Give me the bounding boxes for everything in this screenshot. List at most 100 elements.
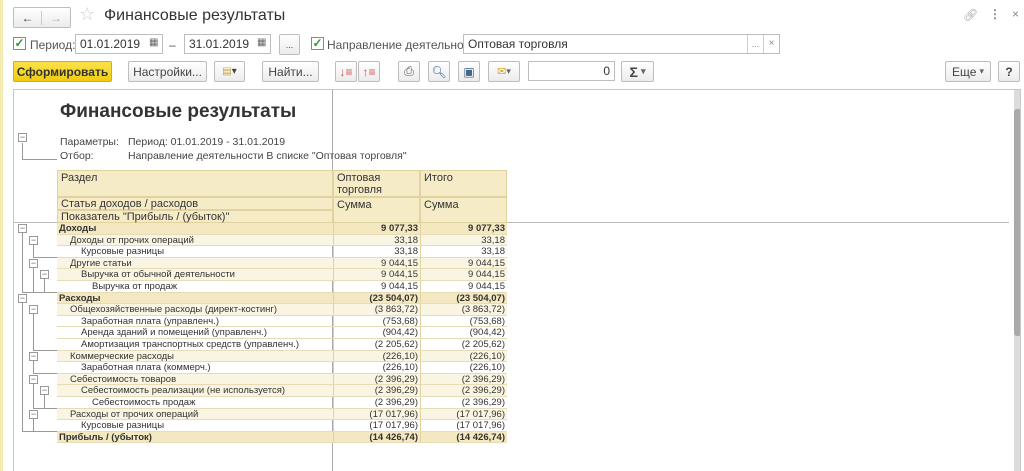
table-row[interactable]: Доходы 9 077,33 9 077,33	[57, 223, 507, 235]
period-checkbox[interactable]: ✓	[13, 37, 26, 50]
filter-value: Направление деятельности В списке "Оптов…	[128, 150, 407, 162]
expand-all-icon[interactable]: ↓≡	[335, 61, 357, 82]
row-value-total: (2 205,62)	[420, 339, 507, 350]
tree-connector	[33, 244, 57, 259]
table-row[interactable]: Доходы от прочих операций 33,18 33,18	[57, 234, 507, 247]
table-row[interactable]: Амортизация транспортных средств (управл…	[57, 339, 507, 351]
table-row[interactable]: Себестоимость товаров (2 396,29) (2 396,29…	[57, 373, 507, 386]
arrow-left-icon[interactable]: ←	[14, 10, 43, 25]
collapse-all-icon[interactable]: ↑≡	[358, 61, 380, 82]
more-vertical-icon[interactable]: ⋮	[989, 7, 1001, 21]
calendar-icon[interactable]: ▦	[257, 37, 266, 48]
collapse-icon[interactable]: −	[18, 293, 27, 303]
row-name: Расходы	[59, 292, 101, 304]
nav-buttons: ← →	[13, 7, 71, 28]
window-title: Финансовые результаты	[104, 7, 286, 24]
tree-connector	[33, 314, 57, 351]
row-value-wholesale: (14 426,74)	[333, 431, 420, 443]
row-name: Общехозяйственные расходы (директ-костин…	[70, 304, 278, 315]
table-row[interactable]: Выручка от обычной деятельности 9 044,15 9…	[57, 269, 507, 281]
collapse-icon[interactable]: −	[29, 374, 38, 384]
header-col-wholesale: Оптовая торговля	[333, 170, 420, 197]
table-row[interactable]: Расходы от прочих операций (17 017,96) (17…	[57, 408, 507, 421]
direction-input[interactable]: Оптовая торговля	[463, 34, 780, 54]
scrollbar-thumb[interactable]	[1014, 109, 1020, 336]
link-icon[interactable]: 🔗︎	[963, 8, 978, 22]
email-dropdown[interactable]: ✉ ▾	[488, 61, 520, 82]
date-from-value: 01.01.2019	[80, 37, 141, 51]
help-button[interactable]: ?	[998, 61, 1020, 82]
table-row[interactable]: Заработная плата (коммерч.) (226,10) (226,…	[57, 362, 507, 374]
table-row[interactable]: Другие статьи 9 044,15 9 044,15	[57, 257, 507, 270]
row-name: Амортизация транспортных средств (управл…	[81, 339, 300, 350]
collapse-icon[interactable]: −	[18, 133, 27, 142]
direction-select-button[interactable]: ...	[747, 35, 763, 53]
collapse-icon[interactable]: −	[29, 305, 38, 315]
row-value-total: (904,42)	[420, 327, 507, 338]
vertical-scrollbar[interactable]	[1014, 90, 1020, 471]
row-value-total: (226,10)	[420, 362, 507, 373]
row-value-total: 9 044,15	[420, 257, 507, 269]
row-value-wholesale: (753,68)	[333, 315, 420, 327]
table-row[interactable]: Общехозяйственные расходы (директ-костин…	[57, 304, 507, 316]
row-name: Себестоимость продаж	[92, 397, 196, 408]
variants-dropdown[interactable]: ▤ ▾	[214, 61, 245, 82]
clear-icon[interactable]: ×	[763, 35, 779, 53]
row-value-wholesale: (226,10)	[333, 362, 420, 373]
period-select-button[interactable]: ...	[279, 34, 300, 55]
row-value-wholesale: (2 205,62)	[333, 339, 420, 350]
table-row[interactable]: Выручка от продаж 9 044,15 9 044,15	[57, 281, 507, 293]
calendar-icon[interactable]: ▦	[149, 37, 158, 48]
table-row[interactable]: Курсовые разницы (17 017,96) (17 017,96)	[57, 420, 507, 432]
collapse-icon[interactable]: −	[18, 224, 27, 233]
table-row[interactable]: Прибыль / (убыток) (14 426,74) (14 426,74)	[57, 431, 507, 444]
date-to-value: 31.01.2019	[189, 37, 250, 51]
arrow-right-icon[interactable]: →	[42, 11, 70, 25]
row-value-total: 9 044,15	[420, 281, 507, 292]
collapse-icon[interactable]: −	[29, 235, 38, 245]
row-name: Выручка от продаж	[92, 281, 178, 292]
star-icon[interactable]: ☆	[79, 4, 95, 25]
header-indicator: Показатель "Прибыль / (убыток)"	[57, 210, 333, 223]
report-title: Финансовые результаты	[60, 101, 297, 122]
row-value-total: (17 017,96)	[420, 408, 507, 420]
save-icon[interactable]: ▣	[458, 61, 480, 82]
row-name: Себестоимость товаров	[70, 373, 177, 385]
collapse-icon[interactable]: −	[40, 386, 49, 396]
collapse-icon[interactable]: −	[29, 351, 38, 361]
table-row[interactable]: Курсовые разницы 33,18 33,18	[57, 246, 507, 258]
report-area[interactable]: − Финансовые результаты Параметры: Перио…	[13, 89, 1021, 471]
table-row[interactable]: Расходы (23 504,07) (23 504,07)	[57, 292, 507, 305]
table-row[interactable]: Аренда зданий и помещений (управленч.) (9…	[57, 327, 507, 339]
table-row[interactable]: Заработная плата (управленч.) (753,68) (75…	[57, 315, 507, 328]
table-row[interactable]: Себестоимость реализации (не используетс…	[57, 385, 507, 397]
find-button[interactable]: Найти...	[262, 61, 319, 82]
collapse-icon[interactable]: −	[29, 409, 38, 419]
sum-field[interactable]: 0	[528, 61, 615, 81]
sum-mode-dropdown[interactable]: Σ ▾	[621, 61, 654, 82]
close-icon[interactable]: ×	[1012, 7, 1019, 21]
window: ← → ☆ Финансовые результаты 🔗︎ ⋮ × ✓ Пер…	[0, 0, 1024, 471]
generate-button[interactable]: Сформировать	[13, 61, 112, 82]
row-value-total: 33,18	[420, 234, 507, 246]
table-row[interactable]: Себестоимость продаж (2 396,29) (2 396,29)	[57, 397, 507, 409]
settings-button[interactable]: Настройки...	[128, 61, 207, 82]
table-row[interactable]: Коммерческие расходы (226,10) (226,10)	[57, 350, 507, 363]
row-value-wholesale: 33,18	[333, 234, 420, 246]
direction-label: Направление деятельности:	[327, 38, 486, 52]
preview-icon[interactable]: 🔍︎	[428, 61, 450, 82]
more-dropdown[interactable]: Еще ▾	[945, 61, 991, 82]
collapse-icon[interactable]: −	[40, 270, 49, 280]
row-value-total: (23 504,07)	[420, 292, 507, 304]
direction-checkbox[interactable]: ✓	[311, 37, 324, 50]
row-name: Другие статьи	[70, 257, 132, 269]
row-value-wholesale: 9 044,15	[333, 281, 420, 292]
row-value-total: 9 077,33	[420, 223, 507, 234]
header-sum-2: Сумма	[420, 197, 507, 223]
params-label: Параметры:	[60, 136, 119, 148]
print-icon[interactable]: ⎙	[398, 61, 420, 82]
collapse-icon[interactable]: −	[29, 258, 38, 268]
row-value-wholesale: (2 396,29)	[333, 373, 420, 385]
row-name: Заработная плата (коммерч.)	[81, 362, 211, 373]
row-value-total: (2 396,29)	[420, 373, 507, 385]
